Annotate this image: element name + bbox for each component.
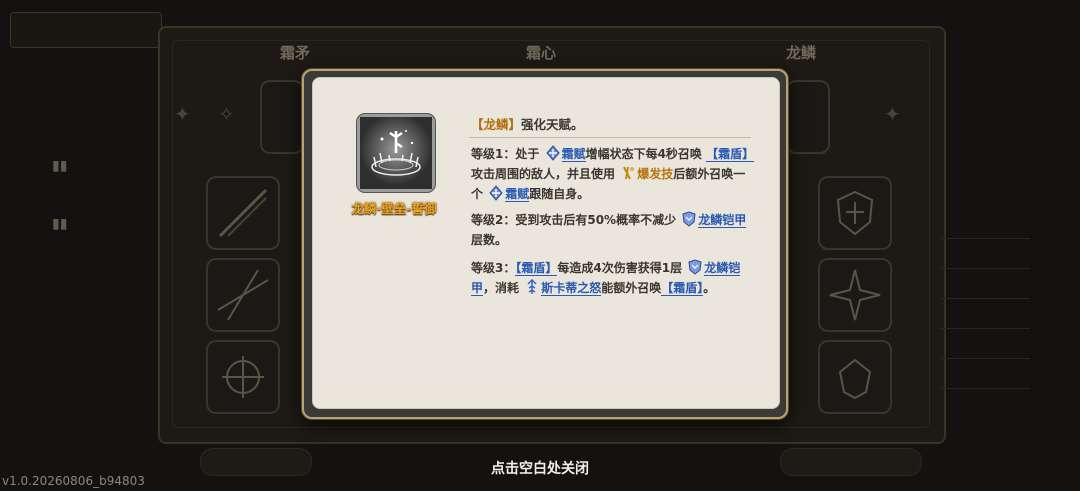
background-tab-dragon-scale[interactable]: 龙鳞 — [786, 42, 816, 63]
level-label: 等级1： — [471, 147, 516, 161]
background-skill-slot[interactable] — [206, 176, 280, 250]
text: 受到攻击后有50%概率不减少 — [515, 213, 677, 227]
background-stat-row — [940, 250, 1030, 269]
background-skill-slot[interactable] — [786, 80, 830, 154]
background-stat-row — [940, 310, 1030, 329]
background-skill-slot[interactable] — [206, 340, 280, 414]
diamond-ornament-icon: ✧ — [218, 102, 235, 126]
background-stat-row — [940, 280, 1030, 299]
burst-skill-icon — [620, 165, 636, 181]
skill-detail-popup: 龙鳞·壁垒-誓御 【龙鳞】强化天赋。 等级1：处于 霜赋增幅状态下每4秒召唤 【… — [302, 69, 788, 419]
dragon-scale-armor-link[interactable]: 龙鳞铠甲 — [698, 213, 747, 228]
skadi-wrath-link[interactable]: 斯卡蒂之怒 — [541, 281, 602, 296]
level-1-description: 等级1：处于 霜赋增幅状态下每4秒召唤 【霜盾】攻击周围的敌人，并且使用 爆发技… — [471, 144, 757, 204]
background-stat-row — [940, 340, 1030, 359]
frost-shield-tag[interactable]: 【霜盾】 — [706, 147, 755, 162]
text: 。 — [703, 281, 716, 295]
frost-endow-link[interactable]: 霜赋 — [505, 187, 530, 202]
version-label: v1.0.20260806_b94803 — [2, 474, 145, 488]
background-skill-slot[interactable] — [818, 258, 892, 332]
tap-blank-to-close-hint[interactable]: 点击空白处关闭 — [0, 458, 1080, 478]
background-stat-row — [940, 370, 1030, 389]
diamond-ornament-icon: ✦ — [884, 102, 901, 126]
skill-name: 龙鳞·壁垒-誓御 — [351, 201, 437, 216]
background-skill-slot[interactable] — [260, 80, 304, 154]
dragon-scale-armor-icon — [681, 211, 697, 227]
diamond-ornament-icon: ✦ — [174, 102, 191, 126]
level-label: 等级2： — [471, 213, 516, 227]
background-tab-frost-spear[interactable]: 霜矛 — [280, 42, 310, 63]
text: 增幅状态下每4秒召唤 — [585, 147, 702, 161]
text: 处于 — [515, 147, 540, 161]
background-stat-row — [940, 220, 1030, 239]
background-skill-slot[interactable] — [206, 258, 280, 332]
background-title-plate — [10, 12, 162, 48]
dragon-scale-tag: 【龙鳞】 — [471, 117, 522, 132]
skill-detail-panel: 龙鳞·壁垒-誓御 【龙鳞】强化天赋。 等级1：处于 霜赋增幅状态下每4秒召唤 【… — [312, 77, 780, 409]
frost-endow-link[interactable]: 霜赋 — [561, 147, 586, 162]
background-skill-slot[interactable] — [818, 176, 892, 250]
text: 层数。 — [471, 233, 508, 247]
frost-shield-tag[interactable]: 【霜盾】 — [515, 261, 558, 276]
level-3-description: 等级3：【霜盾】每造成4次伤害获得1层 龙鳞铠甲，消耗 斯卡蒂之怒能额外召唤【霜… — [471, 258, 757, 298]
skill-description-title: 【龙鳞】强化天赋。 — [471, 114, 584, 133]
text: 能额外召唤 — [601, 281, 662, 295]
burst-skill-link[interactable]: 爆发技 — [637, 167, 673, 181]
text: ，消耗 — [483, 281, 520, 295]
title-text: 强化天赋。 — [521, 117, 584, 132]
frost-snowflake-icon — [545, 145, 561, 161]
text: 攻击周围的敌人，并且使用 — [471, 167, 616, 181]
dragon-scale-armor-icon — [687, 259, 703, 275]
frost-rune-aura-icon — [357, 114, 435, 192]
background-tab-frost-heart[interactable]: 霜心 — [526, 42, 556, 63]
level-label: 等级3： — [471, 261, 516, 275]
frost-shield-tag[interactable]: 【霜盾】 — [661, 281, 704, 296]
level-2-description: 等级2：受到攻击后有50%概率不减少 龙鳞铠甲层数。 — [471, 210, 757, 250]
background-side-item: ▮▮ — [52, 216, 68, 232]
divider — [469, 137, 751, 138]
skadi-wrath-icon — [524, 279, 540, 295]
background-skill-slot[interactable] — [818, 340, 892, 414]
background-side-item: ▮▮ — [52, 158, 68, 174]
frost-snowflake-icon — [488, 185, 504, 201]
text: 跟随自身。 — [529, 187, 590, 201]
text: 每造成4次伤害获得1层 — [557, 261, 683, 275]
